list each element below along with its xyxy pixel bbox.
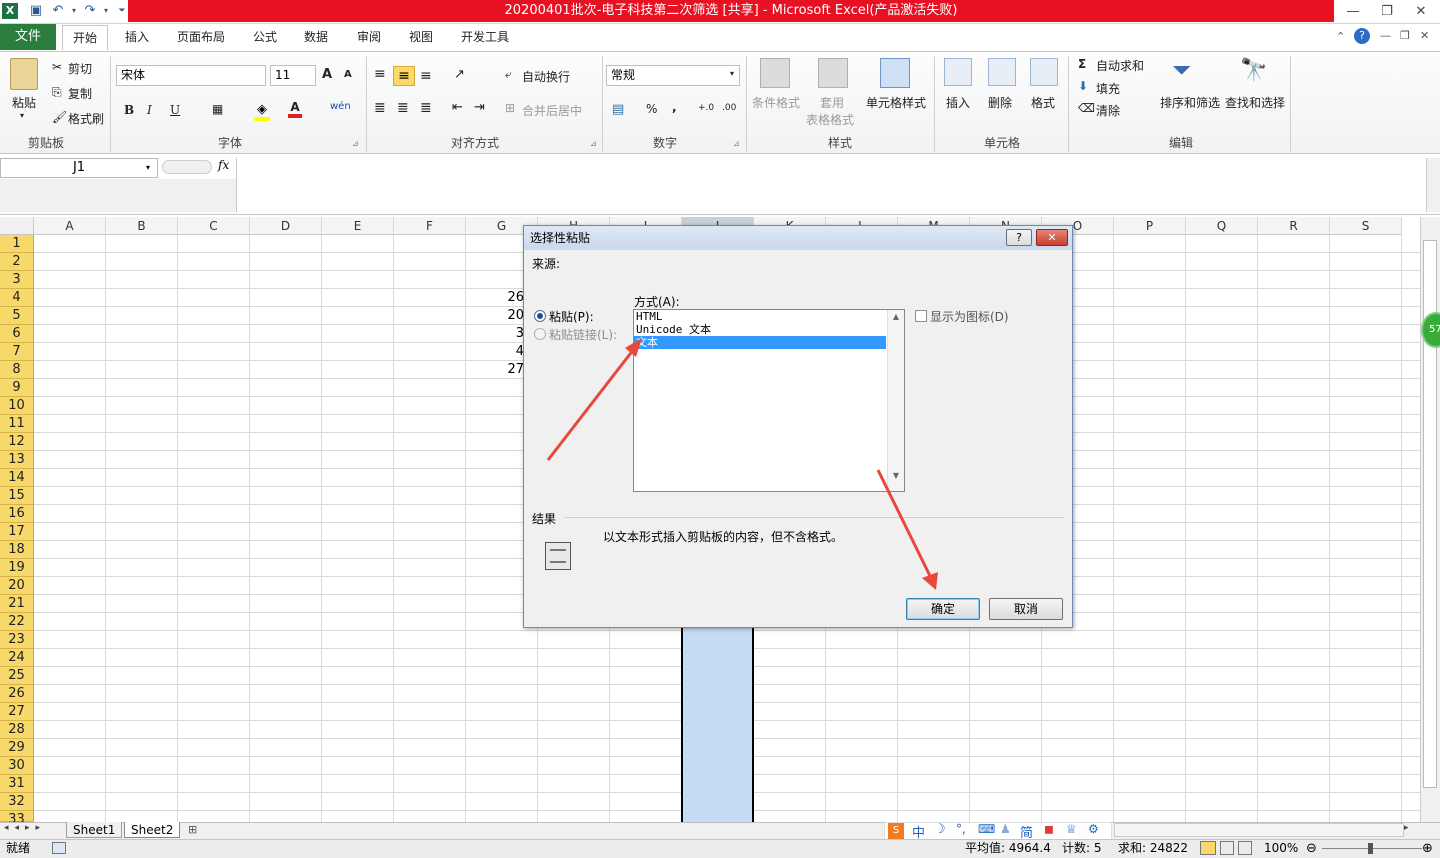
macro-record-icon[interactable]: [52, 842, 66, 854]
page-layout-view-icon[interactable]: [1220, 841, 1234, 855]
ime-settings-icon[interactable]: ⚙: [1088, 822, 1099, 836]
arrow-to-ok-button: [876, 469, 934, 581]
normal-view-icon[interactable]: [1200, 841, 1216, 855]
sheet-tab-sheet1[interactable]: Sheet1: [66, 822, 123, 838]
zoom-in-icon[interactable]: ⊕: [1422, 839, 1433, 858]
scroll-right-icon[interactable]: ▸: [1404, 823, 1409, 833]
horizontal-scrollbar[interactable]: [1114, 823, 1404, 837]
zoom-out-icon[interactable]: ⊖: [1306, 839, 1317, 858]
ime-logo-icon[interactable]: S: [888, 823, 904, 839]
status-sum: 求和: 24822: [1118, 841, 1189, 855]
zoom-level[interactable]: 100%: [1264, 839, 1298, 858]
status-ready: 就绪: [6, 841, 31, 855]
annotation-arrows: [546, 338, 938, 590]
ime-moon-icon[interactable]: ☽: [934, 822, 946, 837]
insert-sheet-icon[interactable]: ⊞: [188, 823, 197, 836]
ime-punct-icon[interactable]: °,: [956, 822, 966, 836]
sheet-tab-sheet2[interactable]: Sheet2: [124, 822, 181, 838]
page-break-view-icon[interactable]: [1238, 841, 1252, 855]
zoom-slider-thumb[interactable]: [1368, 843, 1373, 854]
arrow-to-text-option: [546, 344, 639, 461]
status-average: 平均值: 4964.4: [965, 841, 1051, 855]
ime-video-icon[interactable]: ◼: [1044, 822, 1054, 836]
ime-keyboard-icon[interactable]: ⌨: [978, 822, 995, 836]
arrowhead: [625, 338, 642, 357]
ime-user-icon[interactable]: ♟: [1000, 822, 1011, 836]
ime-shirt-icon[interactable]: ♕: [1066, 822, 1077, 836]
sheet-nav-icons[interactable]: ◂◂▸▸: [4, 823, 46, 833]
status-count: 计数: 5: [1062, 841, 1102, 855]
